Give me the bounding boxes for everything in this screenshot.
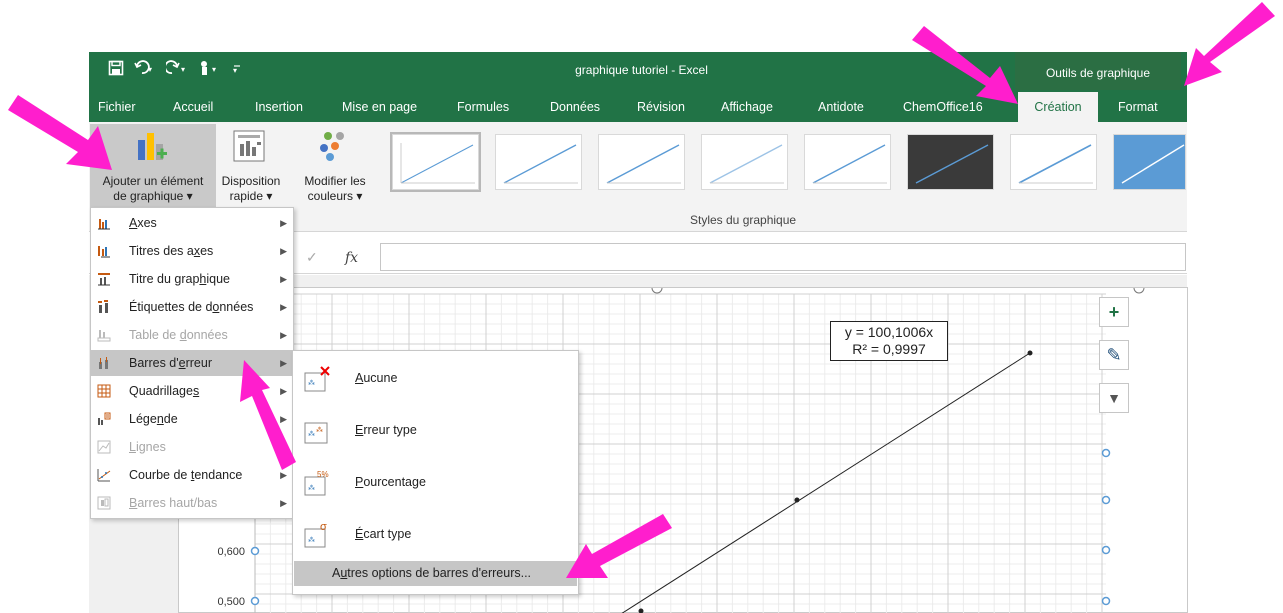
annotation-arrow-more-options (566, 514, 672, 578)
annotation-arrow-error-bars (240, 360, 296, 470)
annotation-arrow-context-tab (1184, 2, 1275, 86)
annotation-arrows (8, 2, 1275, 578)
annotation-arrow-add-element (8, 95, 112, 170)
annotation-arrow-creation (912, 26, 1018, 104)
